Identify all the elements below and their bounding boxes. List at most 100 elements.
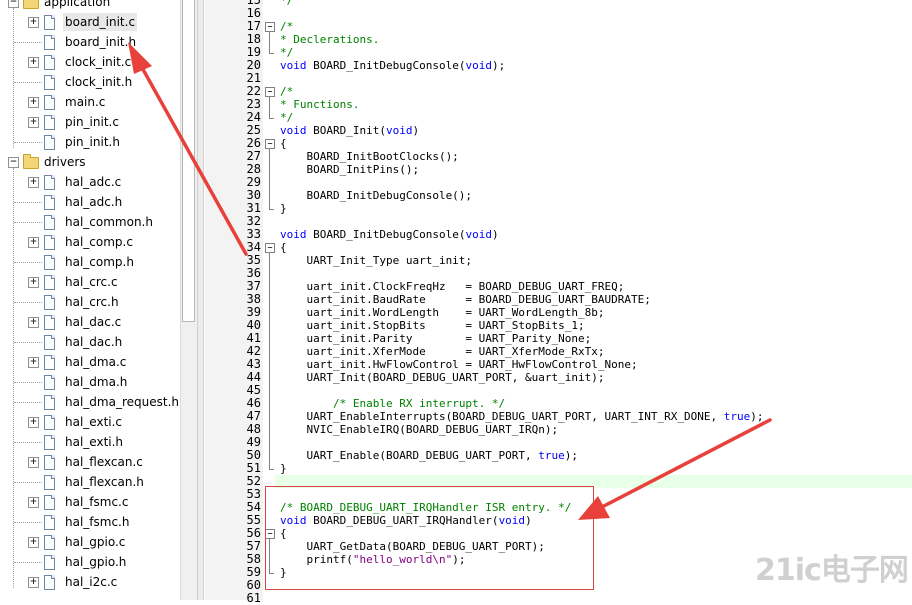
file-label: hal_exti.c [65,415,123,429]
code-line[interactable]: 33 void BOARD_InitDebugConsole(void) [205,228,912,242]
file-item[interactable]: hal_dma.h [0,373,180,393]
file-item[interactable]: board_init.h [0,33,180,53]
file-item[interactable]: + hal_dma.c [0,353,180,373]
code-line[interactable]: 31} [205,202,912,216]
tree-connector [14,82,42,83]
code-line[interactable]: 23 * Functions. [205,98,912,112]
code-line[interactable]: 49 [205,436,912,449]
code-line[interactable]: 45 [205,384,912,397]
file-item[interactable]: + hal_exti.c [0,413,180,433]
folder-item[interactable]: − application [0,0,180,13]
file-item[interactable]: clock_init.h [0,73,180,93]
code-text: * Declerations. [280,33,380,46]
file-item[interactable]: hal_dac.h [0,333,180,353]
collapse-toggle-icon[interactable]: − [8,157,19,168]
code-text: /* Enable RX interrupt. */ [332,397,506,410]
pane-splitter[interactable] [197,0,204,600]
file-item[interactable]: hal_flexcan.h [0,473,180,493]
code-text: */ [280,111,294,124]
code-line[interactable]: 42 uart_init.XferMode = UART_XferMode_Rx… [205,345,912,359]
code-line[interactable]: 26{ [205,137,912,151]
code-line[interactable]: 36 [205,267,912,280]
file-item[interactable]: + hal_dac.c [0,313,180,333]
file-item[interactable]: + board_init.c [0,13,180,33]
expand-toggle-icon[interactable]: + [28,537,39,548]
file-label: main.c [65,95,106,109]
code-line[interactable]: 34{ [205,241,912,255]
code-line[interactable]: 35 UART_Init_Type uart_init; [205,254,912,268]
code-line[interactable]: 46 /* Enable RX interrupt. */ [205,397,912,411]
file-item[interactable]: + hal_i2c.c [0,573,180,593]
code-line[interactable]: 38 uart_init.BaudRate = BOARD_DEBUG_UART… [205,293,912,307]
expand-toggle-icon[interactable]: + [28,417,39,428]
code-line[interactable]: 16 [205,7,912,20]
code-line[interactable]: 28 BOARD_InitPins(); [205,163,912,177]
folder-item[interactable]: − drivers [0,153,180,173]
tree-scrollbar[interactable] [180,0,197,600]
expand-toggle-icon[interactable]: + [28,97,39,108]
code-line[interactable]: 29 [205,176,912,189]
file-item[interactable]: pin_init.h [0,133,180,153]
file-item[interactable]: hal_exti.h [0,433,180,453]
file-item[interactable]: hal_common.h [0,213,180,233]
expand-toggle-icon[interactable]: + [28,457,39,468]
code-line[interactable]: 43 uart_init.HwFlowControl = UART_HwFlow… [205,358,912,372]
code-line[interactable]: 21 [205,72,912,85]
file-item[interactable]: hal_dma_request.h [0,393,180,413]
code-line[interactable]: 25 void BOARD_Init(void) [205,124,912,138]
file-item[interactable]: hal_gpio.h [0,553,180,573]
file-item[interactable]: + pin_init.c [0,113,180,133]
expand-toggle-icon[interactable]: + [28,577,39,588]
tree-scrollbar-thumb[interactable] [182,0,195,322]
file-item[interactable]: hal_fsmc.h [0,513,180,533]
code-line[interactable]: 22/* [205,85,912,99]
code-line[interactable]: 39 uart_init.WordLength = UART_WordLengt… [205,306,912,320]
file-item[interactable]: + hal_crc.c [0,273,180,293]
expand-toggle-icon[interactable]: + [28,117,39,128]
code-line[interactable]: 30 BOARD_InitDebugConsole(); [205,189,912,203]
code-line[interactable]: 37 uart_init.ClockFreqHz = BOARD_DEBUG_U… [205,280,912,294]
file-item[interactable]: hal_crc.h [0,293,180,313]
expand-toggle-icon[interactable]: + [28,177,39,188]
code-line[interactable]: 24 */ [205,111,912,125]
expand-toggle-icon[interactable]: + [28,497,39,508]
code-line[interactable]: 15 */ [205,0,912,7]
code-line[interactable]: 17/* [205,20,912,34]
expand-toggle-icon[interactable]: + [28,317,39,328]
code-line[interactable]: 20 void BOARD_InitDebugConsole(void); [205,59,912,73]
file-label: clock_init.h [65,75,133,89]
file-item[interactable]: hal_comp.h [0,253,180,273]
expand-toggle-icon[interactable]: + [28,277,39,288]
file-item[interactable]: + hal_gpio.c [0,533,180,553]
collapse-toggle-icon[interactable]: − [8,0,19,8]
code-line[interactable]: 51} [205,462,912,476]
file-item[interactable]: + hal_fsmc.c [0,493,180,513]
file-label: pin_init.c [65,115,119,129]
expand-toggle-icon[interactable]: + [28,237,39,248]
code-line[interactable]: 48 NVIC_EnableIRQ(BOARD_DEBUG_UART_IRQn)… [205,423,912,437]
code-line[interactable]: 44 UART_Init(BOARD_DEBUG_UART_PORT, &uar… [205,371,912,385]
tree-connector [14,382,42,383]
code-line[interactable]: 27 BOARD_InitBootClocks(); [205,150,912,164]
file-item[interactable]: hal_adc.h [0,193,180,213]
code-line[interactable]: 41 uart_init.Parity = UART_Parity_None; [205,332,912,346]
code-line[interactable]: 40 uart_init.StopBits = UART_StopBits_1; [205,319,912,333]
code-text: void BOARD_InitDebugConsole(void) [280,228,499,241]
code-line[interactable]: 61 [205,592,912,605]
code-line[interactable]: 50 UART_Enable(BOARD_DEBUG_UART_PORT, tr… [205,449,912,463]
file-item[interactable]: + main.c [0,93,180,113]
expand-toggle-icon[interactable]: + [28,17,39,28]
expand-toggle-icon[interactable]: + [28,357,39,368]
file-label: hal_crc.c [65,275,118,289]
file-label: board_init.h [65,35,137,49]
code-line[interactable]: 18 * Declerations. [205,33,912,47]
code-line[interactable]: 32 [205,215,912,228]
expand-toggle-icon[interactable]: + [28,57,39,68]
code-line[interactable]: 19 */ [205,46,912,60]
file-item[interactable]: + hal_flexcan.c [0,453,180,473]
file-icon [44,35,55,50]
file-item[interactable]: + hal_comp.c [0,233,180,253]
code-line[interactable]: 47 UART_EnableInterrupts(BOARD_DEBUG_UAR… [205,410,912,424]
file-item[interactable]: + clock_init.c [0,53,180,73]
file-item[interactable]: + hal_adc.c [0,173,180,193]
